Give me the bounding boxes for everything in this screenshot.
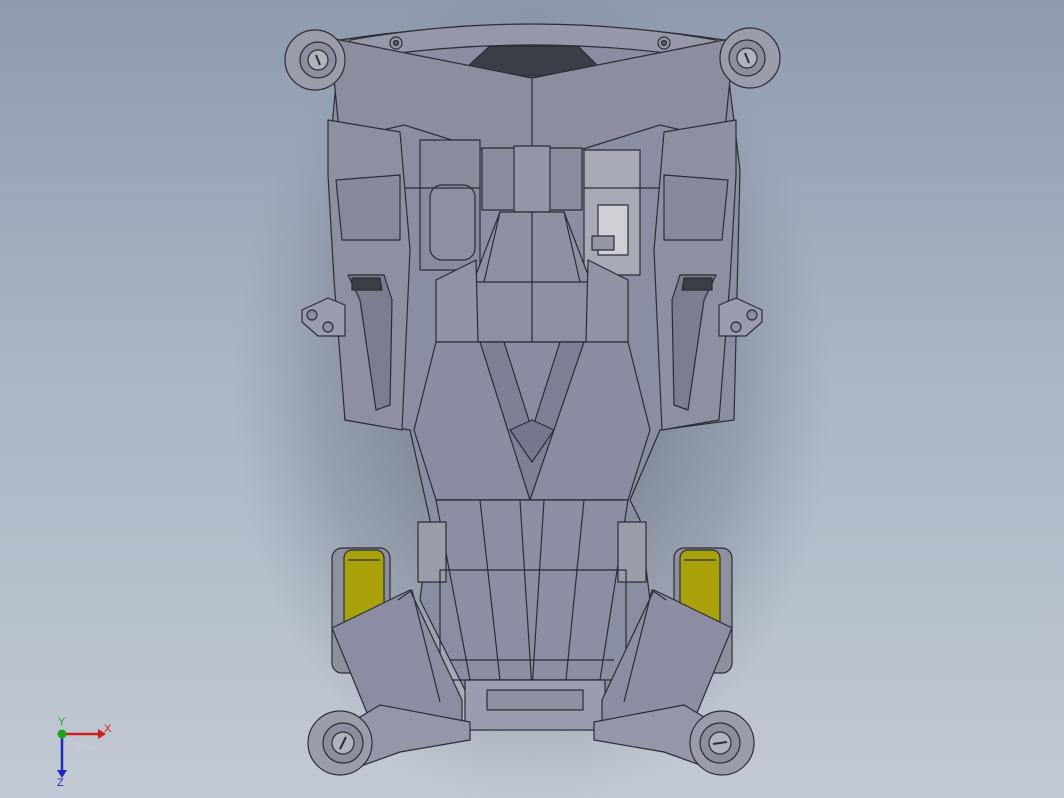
rear-left-roller xyxy=(307,710,373,776)
z-axis-label: Z xyxy=(57,777,64,787)
y-axis-dot xyxy=(57,729,67,739)
rear-right-roller xyxy=(689,710,755,776)
triad-plane-icon xyxy=(62,741,100,752)
front-right-roller xyxy=(719,27,781,89)
y-axis-label: Y xyxy=(58,716,66,728)
x-axis-label: X xyxy=(104,723,112,735)
view-orientation-triad[interactable]: X Y Z xyxy=(40,712,120,787)
rear-tail xyxy=(435,499,629,681)
graphics-viewport[interactable]: X Y Z xyxy=(0,0,1064,798)
front-left-roller xyxy=(284,29,346,91)
chassis-model[interactable] xyxy=(0,0,1064,798)
